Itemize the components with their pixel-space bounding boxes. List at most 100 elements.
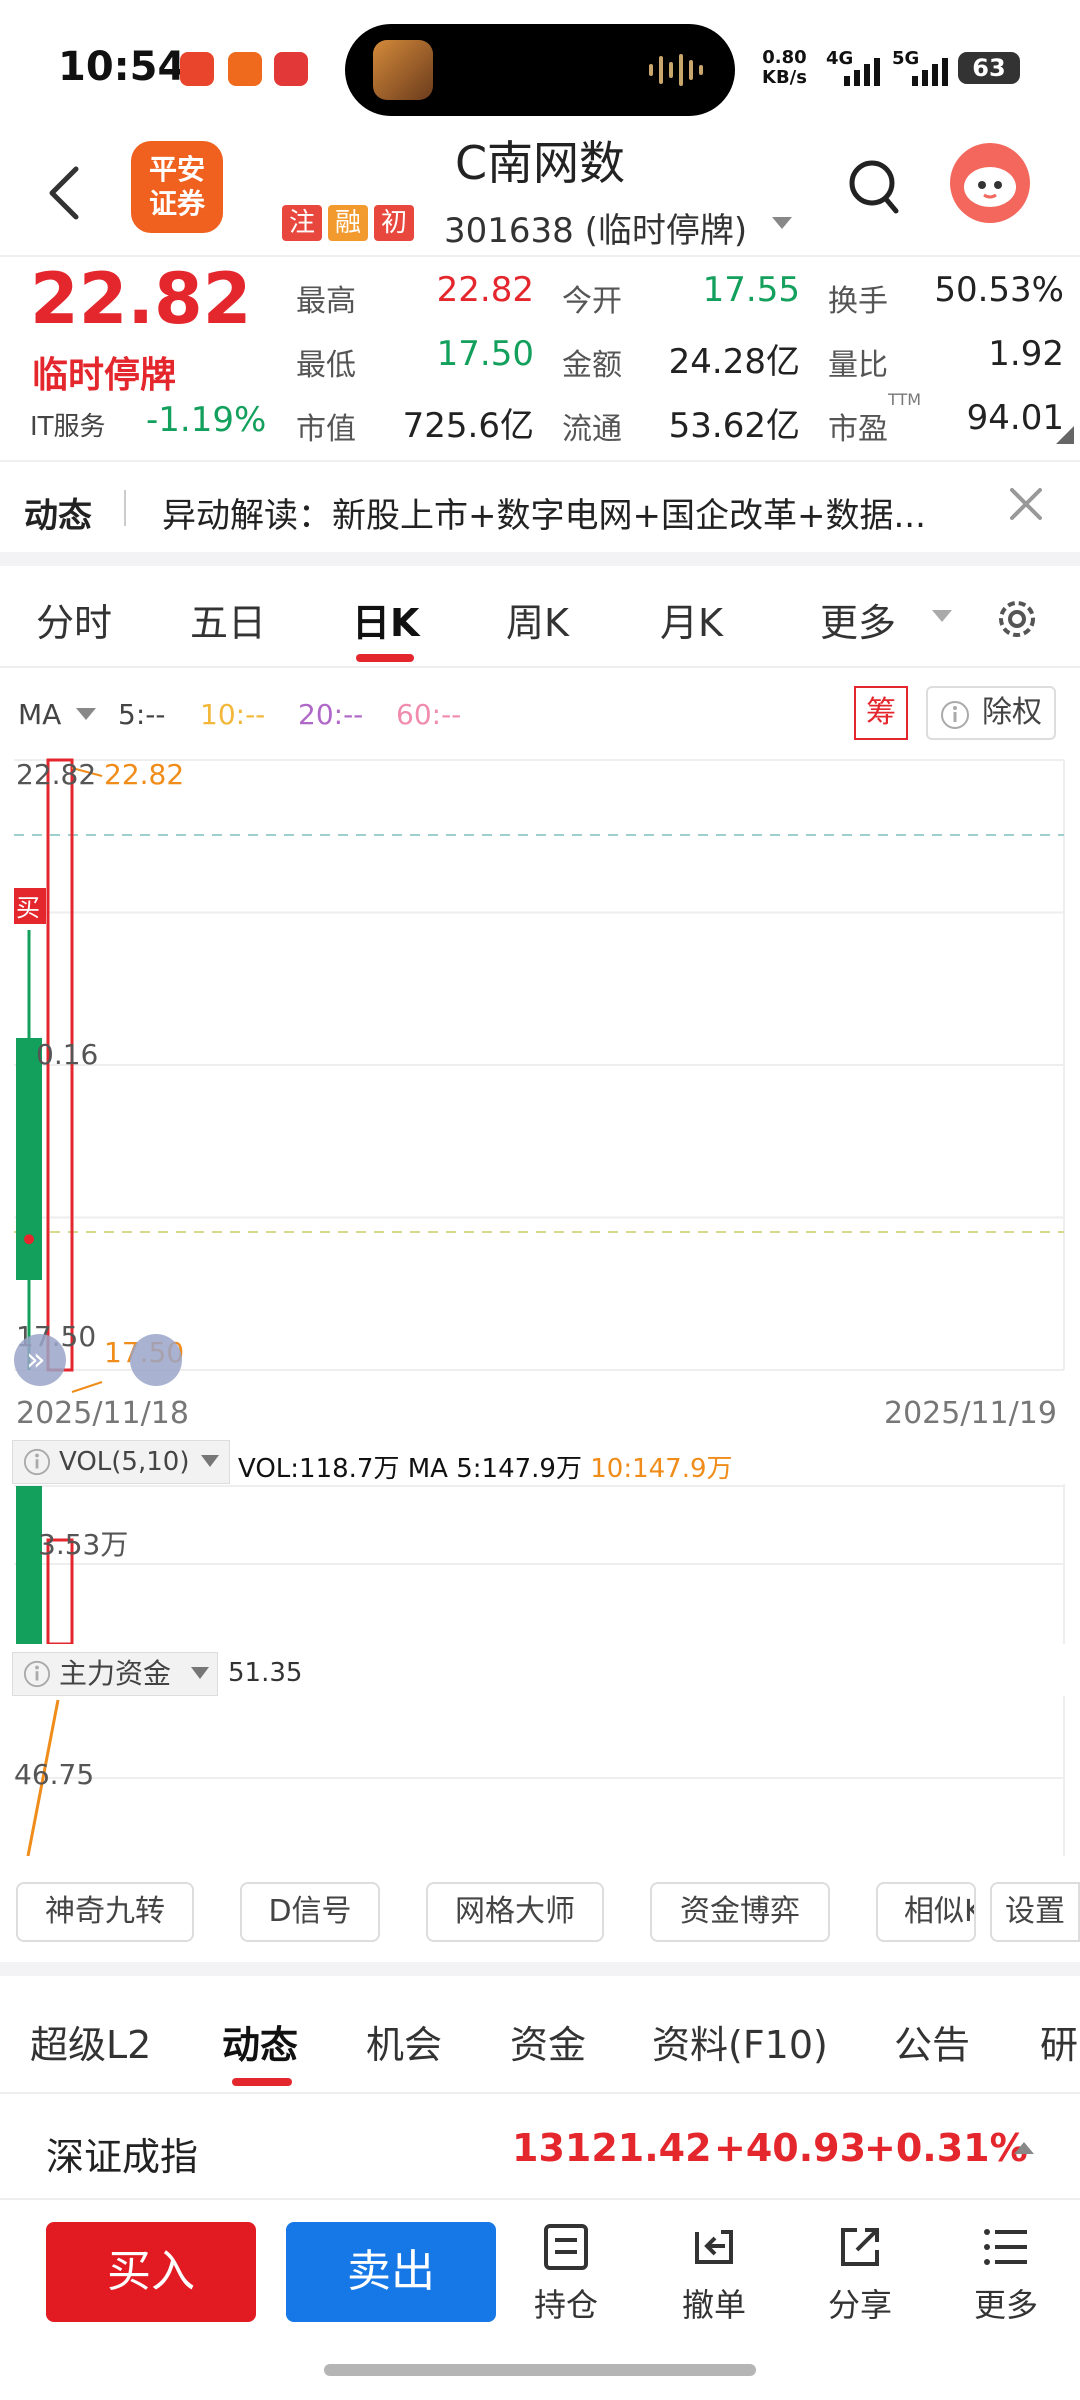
volume-values: VOL:118.7万 MA 5:147.9万 10:147.9万: [238, 1448, 733, 1485]
settings-button[interactable]: 设置: [990, 1882, 1080, 1942]
k-line-chart[interactable]: 22.820.1617.5022.8217.50买»: [0, 740, 1080, 1400]
tab-monthly-k[interactable]: 月K: [660, 592, 723, 647]
caret-down-icon[interactable]: [772, 217, 792, 229]
quote-panel: 22.82 临时停牌 IT服务 -1.19% 最高 22.82 今开 17.55…: [0, 258, 1080, 458]
volume-chart[interactable]: 3.53万: [0, 1484, 1080, 1644]
volume-value: VOL:118.7万: [238, 1454, 400, 1484]
signal-icon-2: [912, 58, 948, 86]
magic-nine-button[interactable]: 神奇九转: [16, 1882, 194, 1942]
sell-button[interactable]: 卖出: [286, 2222, 496, 2322]
tab-opportunity[interactable]: 机会: [366, 2014, 442, 2069]
fullscreen-icon: [130, 1334, 182, 1386]
candle-marker: [24, 1234, 34, 1245]
volume-ma5: MA 5:147.9万: [407, 1454, 582, 1484]
tab-intraday[interactable]: 分时: [36, 592, 112, 647]
news-title: 动态: [24, 496, 92, 536]
main-fund-indicator-selector[interactable]: 主力资金: [12, 1652, 218, 1696]
sector-name[interactable]: IT服务: [30, 406, 106, 443]
float-cap-label: 流通: [562, 412, 622, 447]
close-icon[interactable]: [1006, 484, 1046, 524]
caret-down-icon: [201, 1455, 219, 1467]
last-price: 22.82: [30, 258, 252, 340]
net-speed: 0.80 KB/s: [762, 47, 807, 88]
main-fund-value: 51.35: [228, 1658, 303, 1688]
audio-wave-icon: [649, 54, 703, 86]
high-value: 22.82: [436, 270, 534, 310]
news-headline[interactable]: 异动解读：新股上市+数字电网+国企改革+数据...: [162, 488, 926, 537]
tab-announcements[interactable]: 公告: [894, 2014, 970, 2069]
volume-ratio-label: 量比: [828, 348, 888, 383]
buy-button[interactable]: 买入: [46, 2222, 256, 2322]
tab-f10[interactable]: 资料(F10): [652, 2014, 828, 2069]
market-cap-label: 市值: [296, 412, 356, 447]
volume-ma10: 10:147.9万: [590, 1454, 733, 1484]
x-axis-end-date: 2025/11/19: [884, 1396, 1057, 1431]
tab-research[interactable]: 研: [1040, 2014, 1078, 2069]
chip-distribution-button[interactable]: 筹: [854, 686, 908, 740]
caret-down-icon[interactable]: [932, 610, 952, 622]
tab-weekly-k[interactable]: 周K: [506, 592, 569, 647]
volume-bar: [16, 1486, 42, 1644]
stock-tags: 注融初: [282, 205, 420, 241]
volume-axis-label: 3.53万: [38, 1528, 128, 1561]
info-tabs: 超级L2 动态 机会 资金 资料(F10) 公告 研: [0, 1976, 1080, 2094]
dynamic-island[interactable]: [345, 24, 735, 116]
fund-game-button[interactable]: 资金博弈: [650, 1882, 830, 1942]
active-tab-indicator: [232, 2078, 292, 2086]
holdings-button[interactable]: 持仓: [516, 2222, 616, 2332]
high-label: 最高: [296, 284, 356, 319]
d-signal-button[interactable]: D信号: [240, 1882, 380, 1942]
ma-selector[interactable]: MA: [18, 698, 61, 731]
volume-indicator-selector[interactable]: VOL(5,10): [12, 1440, 230, 1484]
similar-k-button[interactable]: 相似K: [876, 1882, 976, 1942]
index-change-pct: +0.31%: [864, 2126, 1028, 2170]
cancel-order-button[interactable]: 撤单: [664, 2222, 764, 2332]
chart-grid: [14, 759, 1065, 1371]
tab-capital[interactable]: 资金: [510, 2014, 586, 2069]
turnover-label: 换手: [828, 284, 888, 319]
ex-rights-button[interactable]: 除权: [926, 686, 1056, 740]
holdings-label: 持仓: [533, 2286, 598, 2324]
share-button[interactable]: 分享: [810, 2222, 910, 2332]
main-fund-axis-label: 46.75: [14, 1758, 94, 1791]
index-ticker[interactable]: 深证成指 13121.42 +40.93 +0.31%: [0, 2096, 1080, 2200]
pe-label: 市盈: [828, 412, 888, 447]
stock-code-status[interactable]: 301638 (临时停牌): [444, 203, 747, 252]
tab-daily-k[interactable]: 日K: [352, 592, 419, 647]
y-tick-high: 22.82: [16, 758, 96, 791]
more-button[interactable]: 更多: [956, 2222, 1056, 2332]
grid-master-button[interactable]: 网格大师: [426, 1882, 604, 1942]
gear-icon[interactable]: [992, 594, 1042, 644]
search-icon[interactable]: [846, 157, 902, 217]
tab-five-day[interactable]: 五日: [190, 592, 266, 647]
chart-period-tabs: 分时 五日 日K 周K 月K 更多: [0, 566, 1080, 668]
news-bar[interactable]: 动态 异动解读：新股上市+数字电网+国企改革+数据...: [0, 460, 1080, 552]
caret-down-icon[interactable]: [76, 708, 96, 720]
turnover-value: 50.53%: [934, 270, 1064, 310]
main-fund-chart[interactable]: 46.75: [0, 1696, 1080, 1856]
volume-ratio-value: 1.92: [988, 334, 1064, 374]
caret-up-icon[interactable]: [1014, 2142, 1034, 2154]
notification-app-icon-2: [274, 52, 308, 86]
stock-name: C南网数: [454, 136, 626, 190]
index-value: 13121.42: [512, 2126, 712, 2170]
share-label: 分享: [827, 2286, 892, 2324]
ma5-value: 5:--: [118, 698, 166, 731]
expand-corner-icon[interactable]: [1056, 426, 1074, 444]
assistant-avatar[interactable]: [950, 143, 1030, 223]
notification-broker-icon: [228, 52, 262, 86]
tab-news[interactable]: 动态: [222, 2014, 298, 2069]
tab-super-l2[interactable]: 超级L2: [30, 2014, 151, 2069]
trading-status: 临时停牌: [32, 355, 177, 396]
home-indicator[interactable]: [324, 2364, 756, 2376]
media-app-icon: [373, 40, 433, 100]
low-pointer: [71, 1381, 103, 1393]
tab-more[interactable]: 更多: [820, 592, 896, 647]
y-tick-mid: 0.16: [36, 1038, 98, 1071]
ex-rights-label: 除权: [982, 695, 1042, 730]
stock-header: 平安 证券 C南网数 注融初 301638 (临时停牌): [0, 135, 1080, 257]
double-chevron-icon: »: [26, 1340, 46, 1378]
ma20-value: 20:--: [298, 698, 364, 731]
cancel-order-label: 撤单: [681, 2286, 746, 2324]
caret-down-icon: [191, 1667, 209, 1679]
